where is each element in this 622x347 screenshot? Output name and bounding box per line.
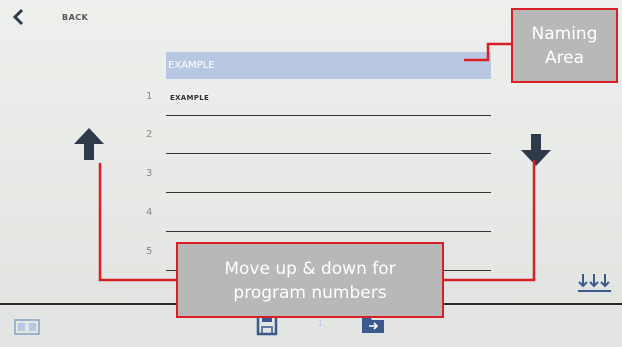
callout-text: Move up & down for bbox=[224, 259, 396, 279]
callout-text: program numbers bbox=[233, 283, 387, 303]
program-naming-screen: BACK EXAMPLE 1 EXAMPLE 2 3 4 5 1 Naming … bbox=[0, 0, 622, 347]
callout-text: Naming bbox=[531, 24, 598, 44]
callout-text: Area bbox=[544, 48, 585, 68]
move-callout: Move up & down for program numbers bbox=[176, 242, 444, 318]
naming-area-callout: Naming Area bbox=[511, 8, 618, 83]
